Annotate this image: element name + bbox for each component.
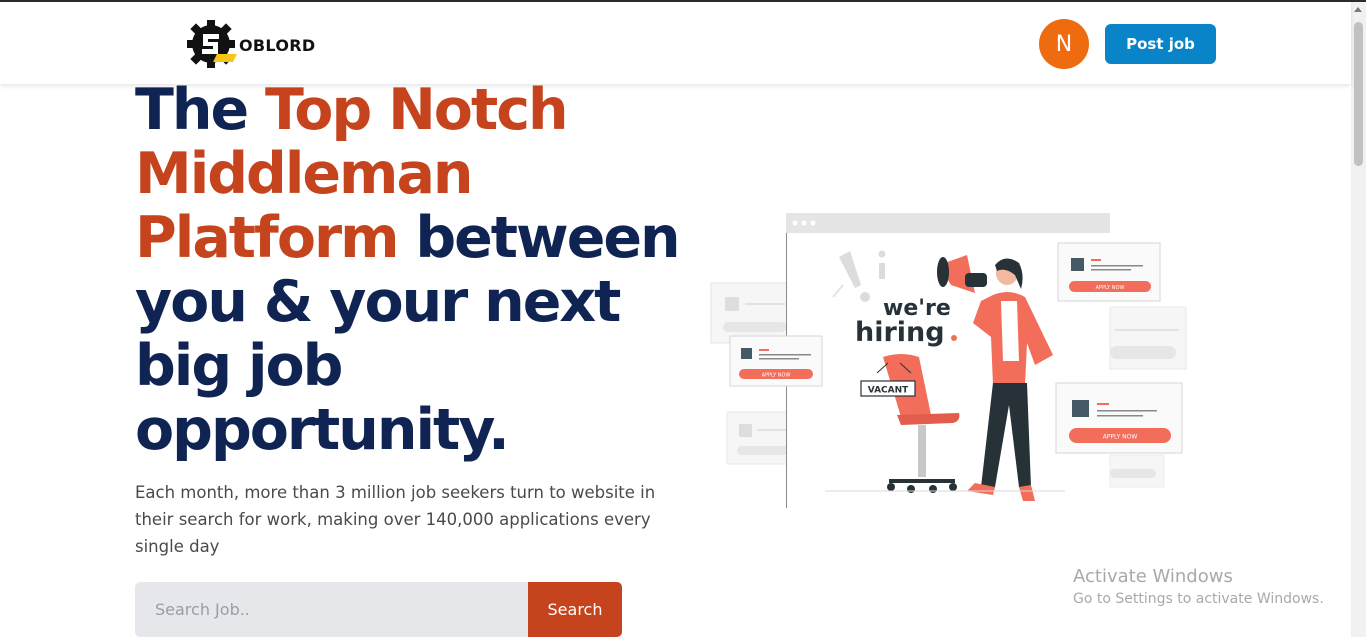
hiring-illustration: APPLY NOW we're hiring VACANT APPLY NOW … [710, 213, 1187, 510]
watermark-title: Activate Windows [1073, 566, 1233, 587]
job-card-faded-right-middle [1109, 306, 1187, 370]
gear-logo-icon [187, 20, 237, 68]
svg-text:VACANT: VACANT [868, 386, 909, 396]
brand-logo-text: OBLORD [239, 36, 316, 55]
watermark-subtitle: Go to Settings to activate Windows. [1073, 591, 1324, 607]
svg-text:APPLY NOW: APPLY NOW [1096, 285, 1125, 291]
job-card-faded-left-top [710, 282, 790, 344]
job-card-faded-right-bottom [1109, 454, 1165, 488]
job-search-bar: Search [135, 582, 622, 637]
headline-intro: The [135, 77, 265, 143]
job-card-faded-left-bottom [726, 411, 792, 465]
apply-now-label: APPLY NOW [762, 373, 791, 379]
top-navbar: OBLORD N Post job [0, 2, 1351, 84]
post-job-button[interactable]: Post job [1105, 24, 1216, 64]
page-scrollbar[interactable] [1351, 2, 1366, 637]
scroll-up-arrow-icon[interactable] [1354, 7, 1362, 12]
svg-text:APPLY NOW: APPLY NOW [1103, 434, 1138, 441]
search-button[interactable]: Search [528, 582, 622, 637]
job-card-right-top: APPLY NOW [1057, 242, 1161, 302]
hiring-text: hiring [855, 317, 945, 348]
job-card-left: APPLY NOW [729, 335, 823, 387]
scrollbar-thumb[interactable] [1354, 22, 1363, 166]
brand-logo[interactable]: OBLORD [187, 18, 322, 70]
hero-headline: The Top Notch Middleman Platform between… [135, 78, 695, 462]
search-job-input[interactable] [135, 582, 528, 637]
job-card-right-bottom: APPLY NOW [1055, 382, 1183, 454]
activate-windows-watermark: Activate Windows Go to Settings to activ… [1073, 566, 1324, 610]
hero-description: Each month, more than 3 million job seek… [135, 483, 656, 556]
user-avatar[interactable]: N [1039, 19, 1089, 69]
